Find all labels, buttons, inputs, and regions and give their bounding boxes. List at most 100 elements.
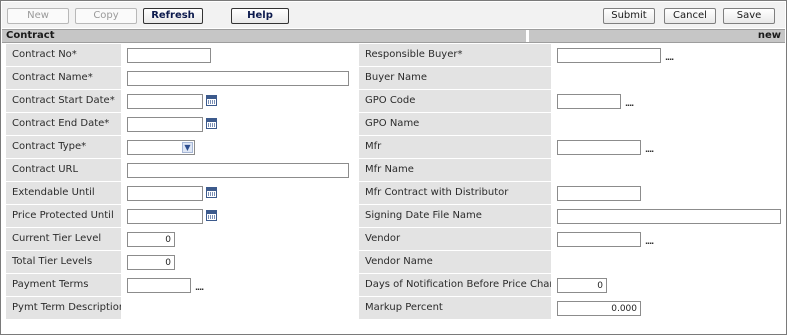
lookup-ellipsis-icon[interactable]: .... [665, 54, 674, 62]
contract-type-cell: ▼ [122, 136, 358, 158]
markup-percent-input[interactable] [557, 301, 641, 316]
current-tier-level-label: Current Tier Level [6, 228, 121, 250]
lookup-ellipsis-icon[interactable]: .... [645, 238, 654, 246]
section-header: Contract new [2, 29, 785, 43]
lookup-ellipsis-icon[interactable]: .... [645, 146, 654, 154]
payment-terms-cell: .... [122, 274, 358, 296]
new-button[interactable]: New [7, 8, 69, 24]
days-of-notification-input[interactable] [557, 278, 607, 293]
payment-terms-label: Payment Terms [6, 274, 121, 296]
save-button[interactable]: Save [723, 8, 775, 24]
mfr-label: Mfr [359, 136, 551, 158]
price-protected-until-input[interactable] [127, 209, 203, 224]
refresh-button[interactable]: Refresh [143, 8, 203, 24]
form-row: Price Protected Until Signing Date File … [6, 205, 785, 228]
contract-url-cell [122, 159, 358, 181]
chevron-down-icon[interactable]: ▼ [182, 142, 193, 153]
gpo-name-label: GPO Name [359, 113, 551, 135]
contract-name-label: Contract Name* [6, 67, 121, 89]
vendor-input[interactable] [557, 232, 641, 247]
payment-terms-input[interactable] [127, 278, 191, 293]
price-protected-until-label: Price Protected Until [6, 205, 121, 227]
contract-start-date-label: Contract Start Date* [6, 90, 121, 112]
current-tier-level-cell [122, 228, 358, 250]
calendar-icon[interactable] [206, 187, 217, 198]
signing-date-file-name-cell [552, 205, 785, 227]
responsible-buyer-input[interactable] [557, 48, 661, 63]
form-row: Current Tier Level Vendor .... [6, 228, 785, 251]
form-row: Total Tier Levels Vendor Name [6, 251, 785, 274]
contract-end-date-label: Contract End Date* [6, 113, 121, 135]
toolbar: New Copy Refresh Help Submit Cancel Save [2, 2, 785, 28]
mfr-name-value [552, 159, 785, 181]
days-of-notification-cell [552, 274, 785, 296]
contract-end-date-cell [122, 113, 358, 135]
responsible-buyer-label: Responsible Buyer* [359, 44, 551, 66]
extendable-until-cell [122, 182, 358, 204]
form-row: Contract No* Responsible Buyer* .... [6, 44, 785, 67]
form-row: Contract Name* Buyer Name [6, 67, 785, 90]
buyer-name-label: Buyer Name [359, 67, 551, 89]
section-divider [526, 30, 529, 42]
contract-name-cell [122, 67, 358, 89]
copy-button[interactable]: Copy [75, 8, 137, 24]
current-tier-level-input[interactable] [127, 232, 175, 247]
gpo-code-input[interactable] [557, 94, 621, 109]
form-row: Contract Type* ▼ Mfr .... [6, 136, 785, 159]
form-row: Pymt Term Description Markup Percent [6, 297, 785, 320]
mfr-name-label: Mfr Name [359, 159, 551, 181]
cancel-button[interactable]: Cancel [664, 8, 716, 24]
contract-type-select[interactable]: ▼ [127, 140, 195, 155]
gpo-name-value [552, 113, 785, 135]
price-protected-until-cell [122, 205, 358, 227]
total-tier-levels-label: Total Tier Levels [6, 251, 121, 273]
contract-end-date-input[interactable] [127, 117, 203, 132]
form-row: Contract End Date* GPO Name [6, 113, 785, 136]
contract-start-date-input[interactable] [127, 94, 203, 109]
contract-start-date-cell [122, 90, 358, 112]
pymt-term-description-label: Pymt Term Description [6, 297, 121, 319]
contract-url-input[interactable] [127, 163, 349, 178]
contract-type-label: Contract Type* [6, 136, 121, 158]
total-tier-levels-cell [122, 251, 358, 273]
lookup-ellipsis-icon[interactable]: .... [625, 100, 634, 108]
contract-no-input[interactable] [127, 48, 211, 63]
submit-button[interactable]: Submit [603, 8, 655, 24]
total-tier-levels-input[interactable] [127, 255, 175, 270]
section-title: Contract [6, 30, 55, 41]
days-of-notification-label: Days of Notification Before Price Change [359, 274, 551, 296]
calendar-icon[interactable] [206, 210, 217, 221]
mfr-contract-with-distributor-input[interactable] [557, 186, 641, 201]
contract-name-input[interactable] [127, 71, 349, 86]
record-status: new [757, 30, 781, 41]
form-row: Contract Start Date* GPO Code .... [6, 90, 785, 113]
extendable-until-label: Extendable Until [6, 182, 121, 204]
mfr-input[interactable] [557, 140, 641, 155]
mfr-cell: .... [552, 136, 785, 158]
responsible-buyer-cell: .... [552, 44, 785, 66]
form-row: Extendable Until Mfr Contract with Distr… [6, 182, 785, 205]
gpo-code-label: GPO Code [359, 90, 551, 112]
signing-date-file-name-label: Signing Date File Name [359, 205, 551, 227]
help-button[interactable]: Help [231, 8, 289, 24]
markup-percent-label: Markup Percent [359, 297, 551, 319]
vendor-name-value [552, 251, 785, 273]
contract-no-label: Contract No* [6, 44, 121, 66]
markup-percent-cell [552, 297, 785, 319]
gpo-code-cell: .... [552, 90, 785, 112]
extendable-until-input[interactable] [127, 186, 203, 201]
lookup-ellipsis-icon[interactable]: .... [195, 284, 204, 292]
calendar-icon[interactable] [206, 95, 217, 106]
buyer-name-value [552, 67, 785, 89]
calendar-icon[interactable] [206, 118, 217, 129]
contract-no-cell [122, 44, 358, 66]
mfr-contract-with-distributor-cell [552, 182, 785, 204]
contract-url-label: Contract URL [6, 159, 121, 181]
mfr-contract-with-distributor-label: Mfr Contract with Distributor [359, 182, 551, 204]
form-row: Contract URL Mfr Name [6, 159, 785, 182]
pymt-term-description-value [122, 297, 358, 319]
vendor-cell: .... [552, 228, 785, 250]
vendor-label: Vendor [359, 228, 551, 250]
form-row: Payment Terms .... Days of Notification … [6, 274, 785, 297]
signing-date-file-name-input[interactable] [557, 209, 781, 224]
